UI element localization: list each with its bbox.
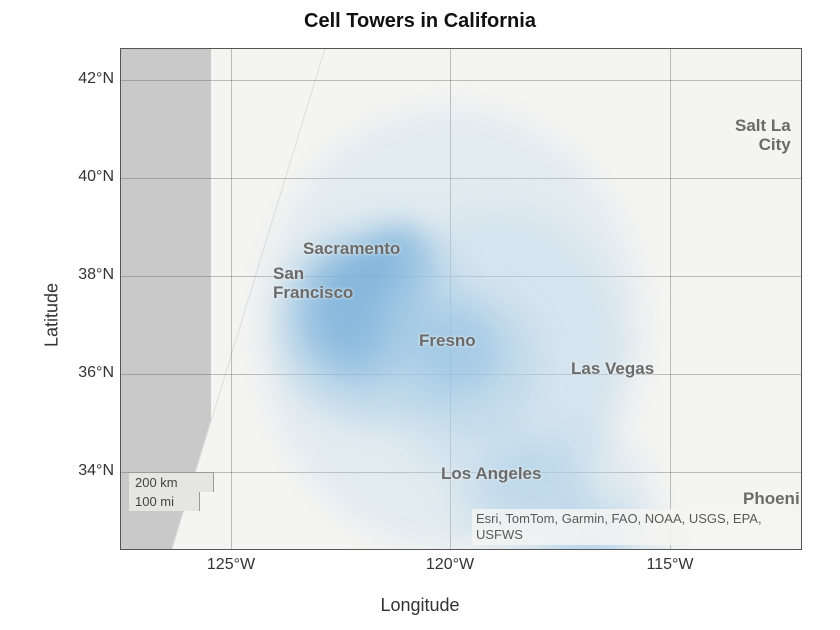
x-axis-label: Longitude bbox=[0, 595, 840, 616]
chart-title: Cell Towers in California bbox=[0, 10, 840, 33]
y-axis-label: Latitude bbox=[42, 283, 63, 347]
city-label-las-vegas: Las Vegas bbox=[571, 359, 654, 379]
city-label-salt-lake: Salt LaCity bbox=[735, 117, 791, 154]
y-tick: 42°N bbox=[54, 70, 114, 88]
city-label-san-francisco: SanFrancisco bbox=[273, 265, 353, 302]
x-tick: 115°W bbox=[630, 556, 710, 574]
scale-bar: 200 km 100 mi bbox=[129, 472, 214, 511]
y-tick: 34°N bbox=[54, 462, 114, 480]
scale-bar-mi: 100 mi bbox=[129, 492, 200, 511]
city-label-fresno: Fresno bbox=[419, 331, 476, 351]
basemap-attribution: Esri, TomTom, Garmin, FAO, NOAA, USGS, E… bbox=[472, 509, 795, 546]
city-label-phoenix: Phoeni bbox=[743, 489, 800, 509]
map-axes[interactable]: Sacramento SanFrancisco Fresno Las Vegas… bbox=[120, 48, 802, 550]
x-tick: 125°W bbox=[191, 556, 271, 574]
y-tick: 36°N bbox=[54, 364, 114, 382]
figure: Cell Towers in California Latitude Longi… bbox=[0, 0, 840, 630]
y-tick: 38°N bbox=[54, 266, 114, 284]
scale-bar-km: 200 km bbox=[129, 472, 214, 492]
city-label-los-angeles: Los Angeles bbox=[441, 464, 541, 484]
x-tick: 120°W bbox=[410, 556, 490, 574]
city-label-sacramento: Sacramento bbox=[303, 239, 400, 259]
y-tick: 40°N bbox=[54, 168, 114, 186]
